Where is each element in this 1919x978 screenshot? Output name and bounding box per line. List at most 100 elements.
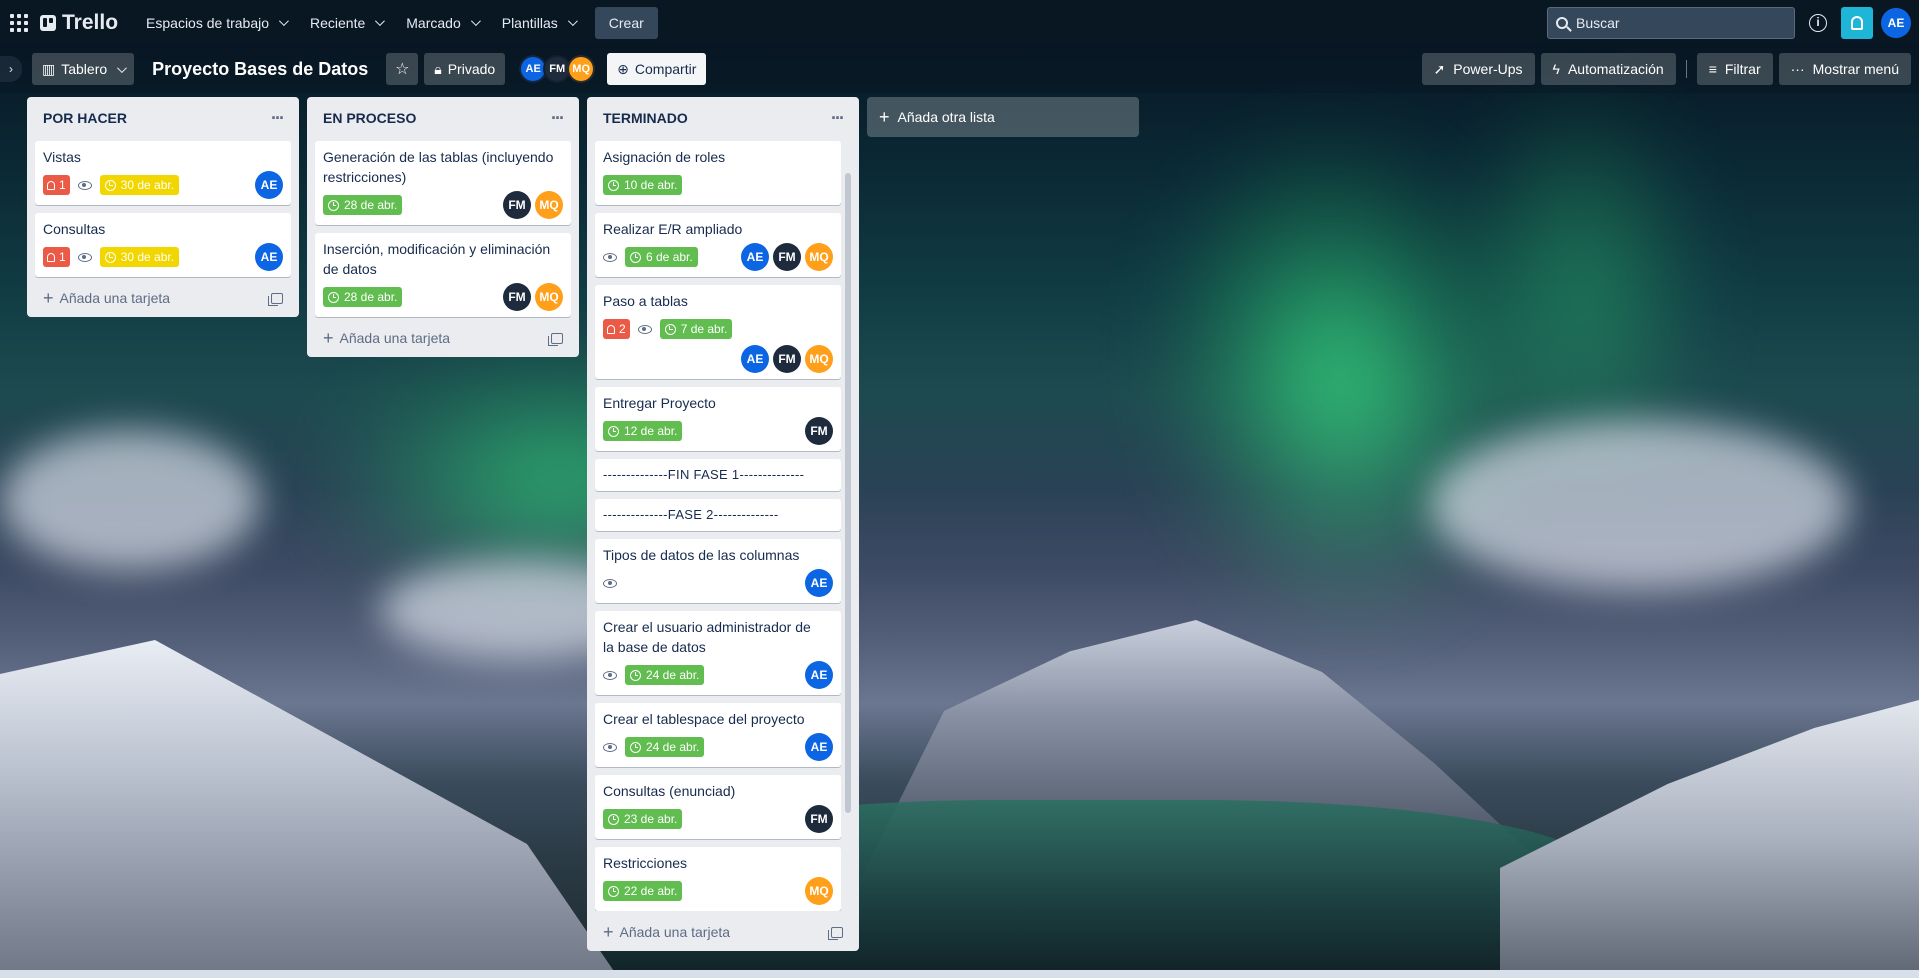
member-avatar[interactable]: FM bbox=[773, 243, 801, 271]
card-title: Restricciones bbox=[603, 855, 688, 871]
search-input[interactable]: Buscar bbox=[1547, 6, 1795, 39]
list-menu-icon[interactable]: ··· bbox=[551, 109, 565, 127]
add-card-button[interactable]: + Añada una tarjeta bbox=[35, 281, 291, 309]
due-date-badge[interactable]: 28 de abr. bbox=[323, 287, 403, 307]
add-card-button[interactable]: + Añada una tarjeta bbox=[595, 915, 851, 943]
list-terminado: TERMINADO ··· Asignación de roles 10 de … bbox=[587, 97, 859, 951]
card[interactable]: Crear el tablespace del proyecto 24 de a… bbox=[595, 703, 841, 767]
powerups-button[interactable]: ➚ Power-Ups bbox=[1421, 53, 1535, 85]
card[interactable]: Consultas (enunciad) 23 de abr. FM bbox=[595, 775, 841, 839]
card-template-icon[interactable] bbox=[268, 292, 283, 306]
due-date-badge[interactable]: 10 de abr. bbox=[603, 175, 683, 195]
member-avatar[interactable]: AE bbox=[255, 171, 283, 199]
card-template-icon[interactable] bbox=[548, 332, 563, 346]
automation-button[interactable]: ϟ Automatización bbox=[1540, 53, 1676, 85]
account-avatar[interactable]: AE bbox=[1881, 7, 1911, 38]
due-date-badge[interactable]: 30 de abr. bbox=[99, 247, 180, 267]
star-icon[interactable]: ☆ bbox=[386, 53, 419, 85]
create-button[interactable]: Crear bbox=[594, 6, 658, 39]
nav-templates[interactable]: Plantillas bbox=[490, 7, 587, 39]
card[interactable]: Paso a tablas 2 7 de abr. AE FM MQ bbox=[595, 285, 841, 379]
card[interactable]: Asignación de roles 10 de abr. bbox=[595, 141, 841, 205]
due-date-badge[interactable]: 22 de abr. bbox=[603, 881, 683, 901]
card-title: --------------FIN FASE 1-------------- bbox=[603, 467, 805, 482]
sidebar-expand-icon[interactable]: › bbox=[0, 56, 22, 82]
list-header[interactable]: EN PROCESO ··· bbox=[315, 103, 571, 133]
card[interactable]: Consultas 1 30 de abr. AE bbox=[35, 213, 291, 277]
due-date-badge[interactable]: 24 de abr. bbox=[625, 737, 705, 757]
due-date: 6 de abr. bbox=[646, 250, 693, 264]
card[interactable]: Realizar E/R ampliado 6 de abr. AE FM MQ bbox=[595, 213, 841, 277]
visibility-button[interactable]: 🔒︎ Privado bbox=[424, 53, 506, 85]
horizontal-scrollbar[interactable] bbox=[0, 970, 1919, 978]
card[interactable]: Inserción, modificación y eliminación de… bbox=[315, 233, 571, 317]
member-avatar[interactable]: MQ bbox=[535, 191, 563, 219]
card[interactable]: --------------FIN FASE 1-------------- bbox=[595, 459, 841, 491]
due-date-badge[interactable]: 28 de abr. bbox=[323, 195, 403, 215]
nav-recent[interactable]: Reciente bbox=[298, 7, 394, 39]
due-date-badge[interactable]: 12 de abr. bbox=[603, 421, 683, 441]
board-view-switcher[interactable]: ▥ Tablero bbox=[32, 53, 135, 85]
lock-icon: 🔒︎ bbox=[434, 60, 442, 77]
card-badges: 10 de abr. bbox=[603, 171, 833, 199]
list-header[interactable]: TERMINADO ··· bbox=[595, 103, 851, 133]
chevron-down-icon bbox=[117, 62, 128, 73]
due-date-badge[interactable]: 6 de abr. bbox=[625, 247, 698, 267]
share-button[interactable]: ⊕ Compartir bbox=[607, 53, 707, 85]
info-icon[interactable]: i bbox=[1809, 13, 1827, 32]
due-date-badge[interactable]: 7 de abr. bbox=[659, 319, 733, 339]
member-avatar[interactable]: FM bbox=[773, 345, 801, 373]
list-menu-icon[interactable]: ··· bbox=[831, 109, 845, 127]
member-avatar[interactable]: FM bbox=[805, 805, 833, 833]
member-avatar[interactable]: MQ bbox=[805, 243, 833, 271]
list-title[interactable]: TERMINADO bbox=[603, 110, 688, 126]
card-title: Vistas bbox=[43, 149, 81, 165]
card[interactable]: Crear el usuario administrador de la bas… bbox=[595, 611, 841, 695]
member-avatar[interactable]: AE bbox=[741, 345, 769, 373]
powerups-label: Power-Ups bbox=[1453, 61, 1523, 77]
member-avatar[interactable]: MQ bbox=[567, 55, 596, 83]
due-date-badge[interactable]: 30 de abr. bbox=[99, 175, 180, 195]
member-avatar[interactable]: AE bbox=[805, 569, 833, 597]
list-menu-icon[interactable]: ··· bbox=[271, 109, 285, 127]
trello-logo[interactable]: Trello bbox=[40, 11, 118, 35]
card[interactable]: Generación de las tablas (incluyendo res… bbox=[315, 141, 571, 225]
scrollbar[interactable] bbox=[845, 173, 851, 813]
list-title[interactable]: EN PROCESO bbox=[323, 110, 416, 126]
card[interactable]: --------------FASE 2-------------- bbox=[595, 499, 841, 531]
card[interactable]: Restricciones 22 de abr. MQ bbox=[595, 847, 841, 911]
app-switcher-icon[interactable] bbox=[8, 12, 30, 34]
member-avatar[interactable]: AE bbox=[805, 733, 833, 761]
nav-starred[interactable]: Marcado bbox=[394, 7, 489, 39]
member-avatar[interactable]: MQ bbox=[535, 283, 563, 311]
board-title[interactable]: Proyecto Bases de Datos bbox=[140, 59, 380, 80]
card-template-icon[interactable] bbox=[828, 926, 843, 940]
add-list-button[interactable]: + Añada otra lista bbox=[867, 97, 1139, 137]
card[interactable]: Vistas 1 30 de abr. AE bbox=[35, 141, 291, 205]
member-avatar[interactable]: FM bbox=[503, 283, 531, 311]
member-avatar[interactable]: AE bbox=[805, 661, 833, 689]
due-date-badge[interactable]: 23 de abr. bbox=[603, 809, 683, 829]
member-avatar[interactable]: MQ bbox=[805, 877, 833, 905]
show-menu-button[interactable]: ··· Mostrar menú bbox=[1778, 53, 1911, 85]
list-header[interactable]: POR HACER ··· bbox=[35, 103, 291, 133]
due-date-badge[interactable]: 24 de abr. bbox=[625, 665, 705, 685]
card-badges: 24 de abr. AE bbox=[603, 661, 833, 689]
notifications-button[interactable] bbox=[1841, 6, 1873, 39]
add-member-icon: ⊕ bbox=[617, 60, 629, 77]
nav-workspaces[interactable]: Espacios de trabajo bbox=[134, 7, 298, 39]
member-avatar[interactable]: FM bbox=[805, 417, 833, 445]
bell-icon bbox=[47, 180, 55, 190]
member-avatar[interactable]: AE bbox=[741, 243, 769, 271]
member-avatar[interactable]: MQ bbox=[805, 345, 833, 373]
list-title[interactable]: POR HACER bbox=[43, 110, 127, 126]
member-avatar[interactable]: FM bbox=[503, 191, 531, 219]
board-members: AE FM MQ bbox=[519, 55, 596, 83]
card-members: FM bbox=[805, 417, 833, 445]
card[interactable]: Tipos de datos de las columnas AE bbox=[595, 539, 841, 603]
add-card-button[interactable]: + Añada una tarjeta bbox=[315, 321, 571, 349]
list-cards-scroll[interactable]: Asignación de roles 10 de abr. Realizar … bbox=[595, 133, 851, 911]
member-avatar[interactable]: AE bbox=[255, 243, 283, 271]
card[interactable]: Entregar Proyecto 12 de abr. FM bbox=[595, 387, 841, 451]
filter-button[interactable]: ≡ Filtrar bbox=[1696, 53, 1773, 85]
